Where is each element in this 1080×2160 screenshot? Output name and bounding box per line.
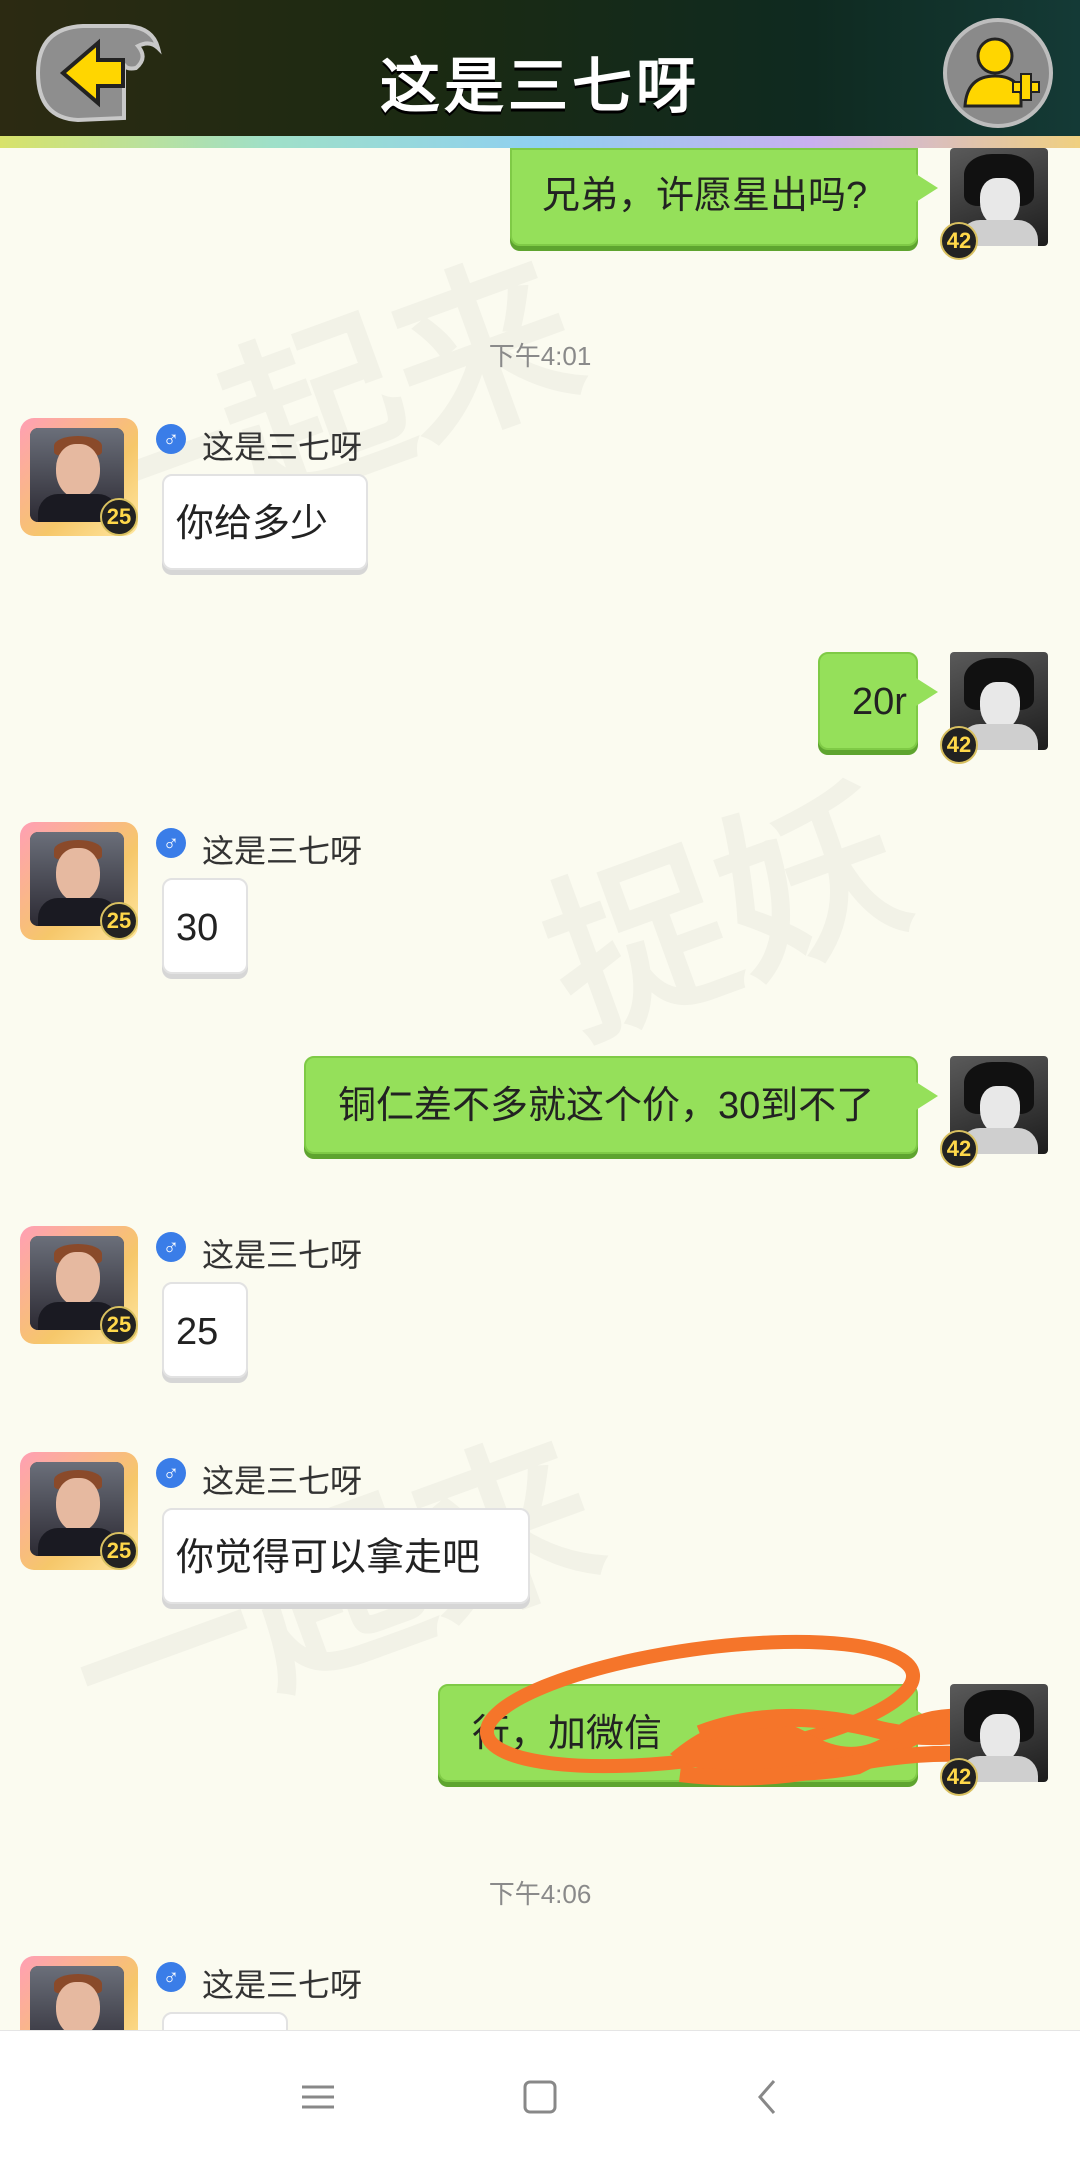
self-level-badge: 42 <box>940 1758 978 1796</box>
message-timestamp: 下午4:06 <box>488 1879 592 1909</box>
app-header: 这是三七呀 <box>0 0 1080 148</box>
male-gender-icon: ♂ <box>156 1962 186 1992</box>
message-text: 25 <box>176 1311 219 1353</box>
redaction-scribble <box>480 1634 1003 1786</box>
sender-name: 这是三七呀 <box>202 1967 363 2003</box>
chevron-left-icon <box>758 2080 776 2114</box>
menu-icon <box>302 2085 334 2109</box>
contact-level-badge: 25 <box>100 498 138 536</box>
message-bubble-sent[interactable]: 兄弟，许愿星出吗? <box>510 148 938 246</box>
menu-button[interactable] <box>288 2067 348 2127</box>
male-gender-icon: ♂ <box>156 828 186 858</box>
male-gender-icon: ♂ <box>156 1458 186 1488</box>
sender-name: 这是三七呀 <box>202 1237 363 1273</box>
nav-back-button[interactable] <box>738 2067 798 2127</box>
contact-level-badge: 25 <box>100 1532 138 1570</box>
message-bubble-sent[interactable]: 铜仁差不多就这个价，30到不了 <box>304 1056 938 1154</box>
chat-message-list[interactable]: 一起来 捉妖 一起来 兄弟，许愿星出吗? 42 下午4:01 25 ♂ 这是三七… <box>0 148 1080 2030</box>
contact-level-badge: 25 <box>100 902 138 940</box>
self-level-badge: 42 <box>940 222 978 260</box>
add-friend-button[interactable] <box>943 18 1053 128</box>
contact-level-badge: 25 <box>100 1306 138 1344</box>
self-level-badge: 42 <box>940 726 978 764</box>
message-bubble-sent[interactable]: 20r <box>818 652 938 750</box>
message-bubble-received[interactable]: 25 <box>162 1282 248 1378</box>
message-text: 兄弟，许愿星出吗? <box>542 175 868 217</box>
home-button[interactable] <box>510 2067 570 2127</box>
sender-name: 这是三七呀 <box>202 833 363 869</box>
male-gender-icon: ♂ <box>156 1232 186 1262</box>
message-text: 你给多少 <box>176 503 329 545</box>
header-divider <box>0 136 1080 148</box>
male-gender-icon: ♂ <box>156 424 186 454</box>
add-user-icon <box>963 37 1040 108</box>
sender-name: 这是三七呀 <box>202 429 363 465</box>
chat-title: 这是三七呀 <box>380 53 700 120</box>
message-text: 你觉得可以拿走吧 <box>176 1537 481 1579</box>
message-timestamp: 下午4:01 <box>488 341 592 371</box>
message-bubble-received[interactable]: 你觉得可以拿走吧 <box>162 1508 530 1604</box>
self-level-badge: 42 <box>940 1130 978 1168</box>
contact-avatar[interactable] <box>20 1956 138 2030</box>
message-text: 20r <box>852 681 907 723</box>
sender-name: 这是三七呀 <box>202 1463 363 1499</box>
system-nav-bar <box>0 2030 1080 2160</box>
message-text: 铜仁差不多就这个价，30到不了 <box>338 1085 875 1127</box>
home-square-icon <box>523 2080 557 2114</box>
message-text: 30 <box>176 907 219 949</box>
background-watermark: 捉妖 <box>506 714 934 1082</box>
message-bubble-received[interactable] <box>162 2012 288 2030</box>
message-bubble-received[interactable]: 30 <box>162 878 248 974</box>
message-bubble-received[interactable]: 你给多少 <box>162 474 368 570</box>
